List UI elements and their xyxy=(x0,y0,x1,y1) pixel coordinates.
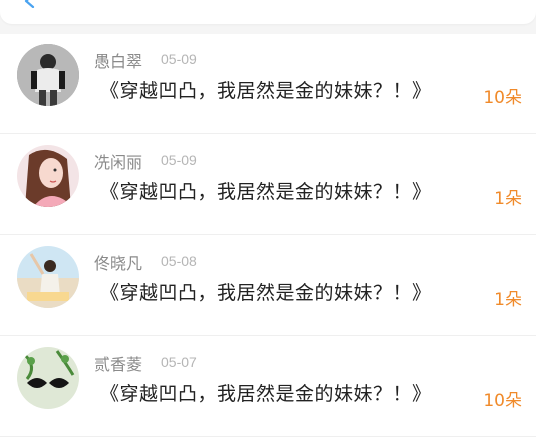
book-title[interactable]: 《穿越凹凸，我居然是金的妹妹？！》 xyxy=(100,76,432,103)
flower-record-list: 愚白翠 05-09 《穿越凹凸，我居然是金的妹妹？！》 10朵 冼闲丽 05-0… xyxy=(0,34,536,445)
user-avatar-photo-icon xyxy=(17,347,79,409)
top-bar xyxy=(0,0,536,24)
book-title[interactable]: 《穿越凹凸，我居然是金的妹妹？！》 xyxy=(100,278,432,305)
avatar[interactable] xyxy=(17,347,79,409)
user-name: 愚白翠 xyxy=(94,52,143,71)
flower-count: 1朵 xyxy=(494,189,522,209)
chevron-left-icon[interactable] xyxy=(22,0,36,8)
divider xyxy=(0,335,536,336)
flower-count: 10朵 xyxy=(483,88,522,108)
list-item[interactable]: 冼闲丽 05-09 《穿越凹凸，我居然是金的妹妹？！》 1朵 xyxy=(0,135,536,235)
user-name: 佟晓凡 xyxy=(94,254,143,273)
user-name: 贰香菱 xyxy=(94,355,143,374)
avatar[interactable] xyxy=(17,145,79,207)
user-avatar-photo-icon xyxy=(17,246,79,308)
book-title[interactable]: 《穿越凹凸，我居然是金的妹妹？！》 xyxy=(100,177,432,204)
user-avatar-photo-icon xyxy=(17,44,79,106)
user-name: 冼闲丽 xyxy=(94,153,143,172)
flower-count: 10朵 xyxy=(483,391,522,411)
user-avatar-photo-icon xyxy=(17,145,79,207)
book-title[interactable]: 《穿越凹凸，我居然是金的妹妹？！》 xyxy=(100,379,432,406)
list-item[interactable]: 贰香菱 05-07 《穿越凹凸，我居然是金的妹妹？！》 10朵 xyxy=(0,337,536,437)
avatar[interactable] xyxy=(17,246,79,308)
divider xyxy=(0,133,536,134)
list-item[interactable]: 愚白翠 05-09 《穿越凹凸，我居然是金的妹妹？！》 10朵 xyxy=(0,34,536,134)
record-date: 05-09 xyxy=(161,51,197,67)
divider xyxy=(0,436,536,437)
record-date: 05-08 xyxy=(161,253,197,269)
record-date: 05-09 xyxy=(161,152,197,168)
flower-count: 1朵 xyxy=(494,290,522,310)
avatar[interactable] xyxy=(17,44,79,106)
list-item[interactable]: 佟晓凡 05-08 《穿越凹凸，我居然是金的妹妹？！》 1朵 xyxy=(0,236,536,336)
record-date: 05-07 xyxy=(161,354,197,370)
divider xyxy=(0,234,536,235)
